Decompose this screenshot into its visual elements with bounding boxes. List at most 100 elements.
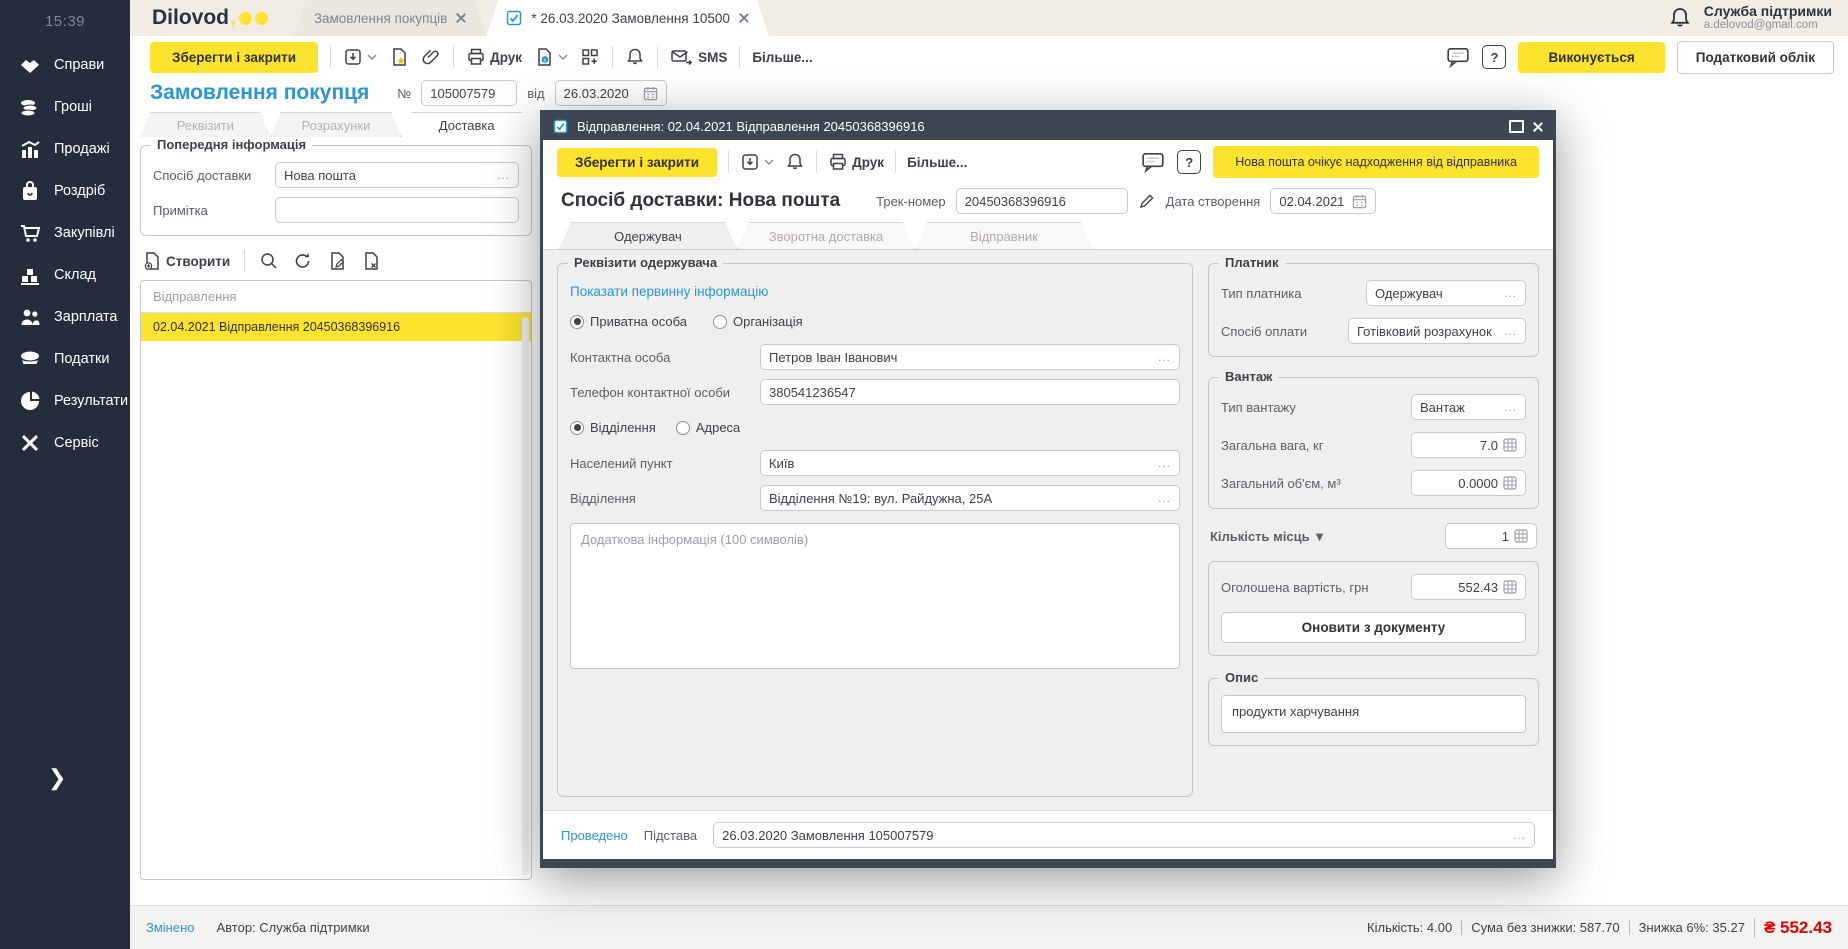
search-icon[interactable] [259, 251, 279, 271]
sidebar-item-servis[interactable]: Сервіс [0, 422, 130, 464]
more-button[interactable]: Більше... [752, 50, 812, 65]
posted-link[interactable]: Проведено [561, 828, 628, 843]
calculator-icon[interactable] [1514, 529, 1528, 543]
attach-button[interactable] [421, 47, 441, 67]
calculator-icon[interactable] [1503, 476, 1517, 490]
radio-private-person[interactable]: Приватна особа [570, 314, 687, 329]
file-delete-icon[interactable] [361, 251, 381, 271]
track-number-input[interactable]: 20450368396916 [956, 188, 1128, 214]
help-icon[interactable]: ? [1482, 45, 1506, 69]
tab-oderzhuvach[interactable]: Одержувач [559, 222, 737, 249]
close-icon[interactable] [1533, 122, 1543, 132]
doc-date-input[interactable]: 26.03.2020 [555, 80, 667, 106]
weight-input[interactable]: 7.0 [1411, 432, 1526, 458]
modal-save-button[interactable] [740, 152, 774, 172]
lookup-ellipsis-icon[interactable]: ... [491, 168, 510, 182]
status-button[interactable]: Виконується [1518, 42, 1664, 73]
sidebar-item-sklad[interactable]: Склад [0, 254, 130, 296]
contact-person-input[interactable]: Петров Іван Іванович ... [760, 344, 1180, 370]
comment-icon[interactable] [1141, 151, 1165, 173]
maximize-icon[interactable] [1509, 120, 1524, 133]
sidebar-item-zarplata[interactable]: Зарплата [0, 296, 130, 338]
sms-button[interactable]: SMS [670, 47, 727, 67]
description-textarea[interactable]: продукти харчування [1221, 695, 1526, 733]
tab-rekvizyty[interactable]: Реквізити [140, 112, 271, 137]
note-input[interactable] [275, 197, 519, 223]
related-docs-button[interactable] [580, 47, 600, 67]
sidebar-item-sprawy[interactable]: Справи [0, 44, 130, 86]
lookup-ellipsis-icon[interactable]: ... [1498, 400, 1517, 414]
notifications-bell-icon[interactable] [1668, 6, 1692, 30]
file-info-button[interactable]: i [534, 47, 568, 67]
calendar-icon[interactable] [1352, 194, 1367, 209]
payment-method-input[interactable]: Готівковий розрахунок ... [1348, 318, 1526, 344]
lookup-ellipsis-icon[interactable]: ... [1498, 286, 1517, 300]
sidebar-item-groshi[interactable]: Гроші [0, 86, 130, 128]
sidebar-item-label: Сервіс [54, 435, 99, 451]
help-icon[interactable]: ? [1177, 150, 1201, 174]
changed-link[interactable]: Змінено [146, 920, 195, 935]
cargo-type-input[interactable]: Вантаж ... [1411, 394, 1526, 420]
shipment-list-row-selected[interactable]: 02.04.2021 Відправлення 20450368396916 [141, 313, 531, 341]
sidebar-item-podatky[interactable]: Податки [0, 338, 130, 380]
modal-more-button[interactable]: Більше... [907, 155, 967, 170]
created-date-input[interactable]: 02.04.2021 [1270, 188, 1376, 214]
tab-vidpravnyk[interactable]: Відправник [915, 222, 1093, 249]
tab-rozrakhunky[interactable]: Розрахунки [271, 112, 402, 137]
lookup-ellipsis-icon[interactable]: ... [1152, 456, 1171, 470]
show-primary-link[interactable]: Показати первинну інформацію [570, 284, 1180, 299]
close-icon[interactable] [456, 13, 466, 23]
modal-reminder-button[interactable] [785, 152, 805, 172]
delivery-method-input[interactable]: Нова пошта ... [275, 162, 519, 188]
save-close-button[interactable]: Зберегти і закрити [150, 42, 318, 73]
calendar-icon[interactable] [643, 86, 658, 101]
volume-input[interactable]: 0.0000 [1411, 470, 1526, 496]
lookup-ellipsis-icon[interactable]: ... [1152, 350, 1171, 364]
comment-icon[interactable] [1446, 46, 1470, 68]
print-button[interactable]: Друк [466, 47, 522, 67]
tax-accounting-button[interactable]: Податковий облік [1677, 41, 1834, 74]
basis-input[interactable]: 26.03.2020 Замовлення 105007579 ... [713, 822, 1535, 848]
save-template-button[interactable] [389, 47, 409, 67]
sidebar-item-rozdrib[interactable]: Роздріб [0, 170, 130, 212]
calculator-icon[interactable] [1503, 580, 1517, 594]
save-button[interactable] [343, 47, 377, 67]
lookup-ellipsis-icon[interactable]: ... [1498, 324, 1517, 338]
modal-print-button[interactable]: Друк [828, 152, 884, 172]
refresh-icon[interactable] [293, 251, 313, 271]
radio-address[interactable]: Адреса [676, 420, 740, 435]
reminder-button[interactable] [625, 47, 645, 67]
declared-value-input[interactable]: 552.43 [1411, 574, 1526, 600]
file-edit-icon[interactable] [327, 251, 347, 271]
sidebar-expand-chevron[interactable]: ❯ [48, 765, 66, 791]
payer-type-input[interactable]: Одержувач ... [1366, 280, 1526, 306]
close-icon[interactable] [739, 13, 749, 23]
doc-number-input[interactable]: 105007579 [421, 80, 517, 106]
modal-title-bar[interactable]: Відправлення: 02.04.2021 Відправлення 20… [543, 113, 1553, 140]
modal-save-close-button[interactable]: Зберегти і закрити [557, 148, 717, 177]
places-input[interactable]: 1 [1445, 523, 1537, 549]
radio-branch[interactable]: Відділення [570, 420, 656, 435]
list-scrollbar[interactable] [522, 317, 529, 875]
doc-tab-orders-list[interactable]: Замовлення покупців [294, 0, 487, 36]
tab-zvorotna-dostavka[interactable]: Зворотна доставка [737, 222, 915, 249]
np-status-button[interactable]: Нова пошта очікує надходження від відпра… [1213, 146, 1539, 178]
tab-dostavka[interactable]: Доставка [401, 112, 532, 137]
contact-phone-input[interactable]: 380541236547 [760, 379, 1180, 405]
create-shipment-button[interactable]: Створити [142, 251, 230, 271]
city-input[interactable]: Київ ... [760, 450, 1180, 476]
radio-organization[interactable]: Організація [713, 314, 803, 329]
sidebar-item-prodazhi[interactable]: Продажі [0, 128, 130, 170]
extra-info-textarea[interactable]: Додаткова інформація (100 символів) [570, 523, 1180, 669]
lookup-ellipsis-icon[interactable]: ... [1507, 828, 1526, 842]
lookup-ellipsis-icon[interactable]: ... [1152, 491, 1171, 505]
doc-tab-order-active[interactable]: * 26.03.2020 Замовлення 10500 [486, 0, 769, 36]
user-block[interactable]: Служба підтримки a.delovod@gmail.com [1704, 3, 1832, 32]
sidebar-item-rezultaty[interactable]: Результати [0, 380, 130, 422]
branch-input[interactable]: Відділення №19: вул. Райдужна, 25А ... [760, 485, 1180, 511]
update-from-document-button[interactable]: Оновити з документу [1221, 612, 1526, 643]
sidebar-item-zakupivli[interactable]: Закупівлі [0, 212, 130, 254]
calculator-icon[interactable] [1503, 438, 1517, 452]
places-label[interactable]: Кількість місць ▼ [1210, 529, 1445, 544]
pencil-icon[interactable] [1138, 192, 1156, 210]
